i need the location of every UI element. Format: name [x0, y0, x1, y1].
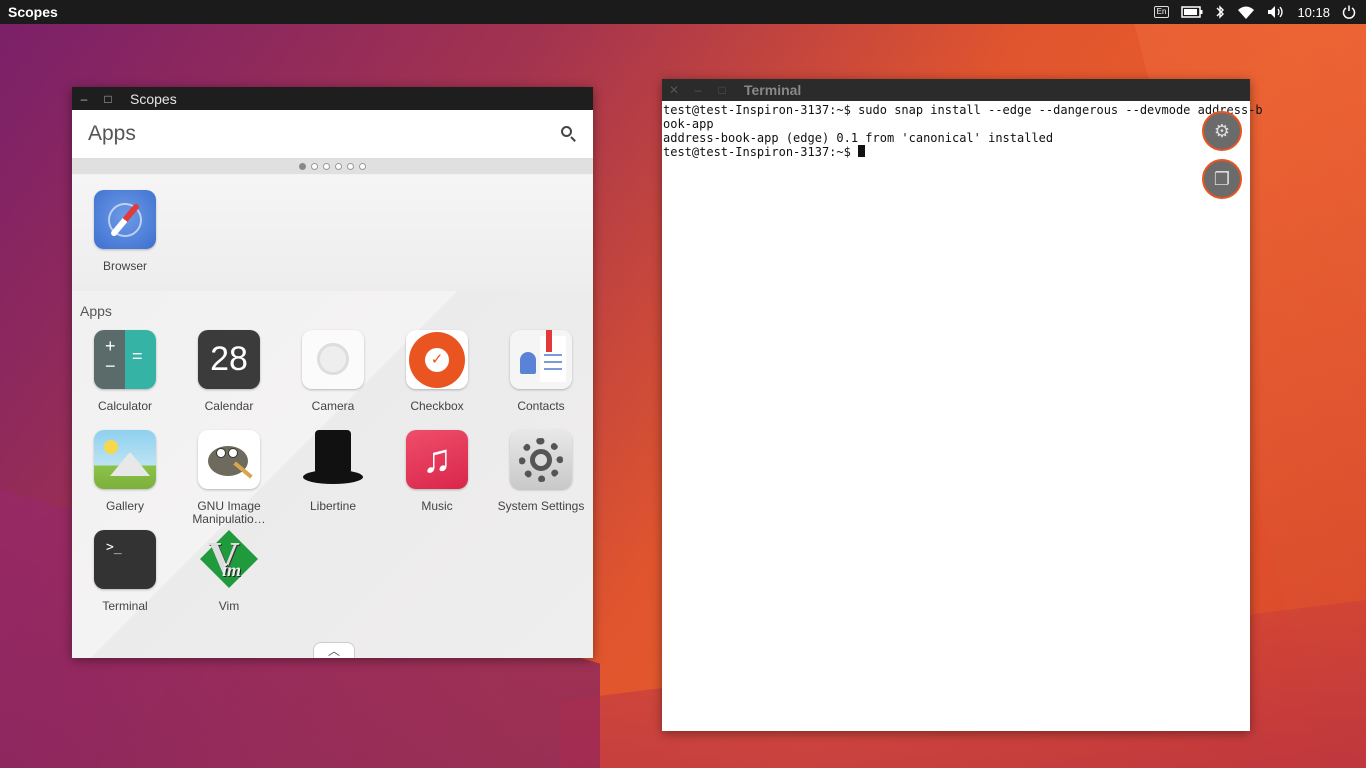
- app-label: Vim: [218, 599, 240, 613]
- app-tile-music[interactable]: ♫ Music: [385, 430, 489, 513]
- wifi-icon[interactable]: [1237, 3, 1255, 21]
- vim-icon: Vim: [198, 530, 260, 589]
- app-label: Contacts: [517, 399, 565, 413]
- app-tile-calendar[interactable]: 28 Calendar: [177, 330, 281, 413]
- maximize-button[interactable]: □: [710, 83, 734, 97]
- terminal-prompt: test@test-Inspiron-3137:~$: [663, 145, 859, 159]
- keyboard-indicator[interactable]: En: [1153, 3, 1170, 21]
- favorites-area: Browser: [72, 175, 593, 291]
- terminal-prompt-line: test@test-Inspiron-3137:~$: [663, 145, 1249, 159]
- app-label: Music: [421, 499, 453, 513]
- scope-header: Apps: [72, 110, 593, 159]
- app-tile-camera[interactable]: Camera: [281, 330, 385, 413]
- app-label: Calendar: [204, 399, 254, 413]
- settings-icon: [510, 430, 572, 489]
- maximize-button[interactable]: □: [96, 92, 120, 106]
- window-titlebar[interactable]: ✕ – □ Terminal: [662, 79, 1250, 101]
- panel-app-title: Scopes: [8, 4, 58, 20]
- app-tile-browser[interactable]: Browser: [73, 190, 177, 273]
- copy-icon: ❐: [1213, 168, 1231, 189]
- window-title: Scopes: [130, 90, 177, 107]
- app-label: System Settings: [497, 499, 585, 513]
- app-label: Gallery: [105, 499, 144, 513]
- contacts-icon: [510, 330, 572, 389]
- app-label: Calculator: [97, 399, 153, 413]
- minimize-button[interactable]: –: [72, 92, 96, 106]
- music-icon: ♫: [406, 430, 468, 489]
- page-dot[interactable]: [359, 163, 366, 170]
- chevron-up-icon: ︿: [327, 644, 340, 658]
- page-dot[interactable]: [323, 163, 330, 170]
- app-tile-libertine[interactable]: Libertine: [281, 430, 385, 513]
- window-titlebar[interactable]: – □ Scopes: [72, 87, 593, 110]
- app-label: Camera: [311, 399, 355, 413]
- calculator-icon: + − =: [94, 330, 156, 389]
- calendar-icon: 28: [198, 330, 260, 389]
- window-title: Terminal: [744, 82, 802, 98]
- scope-content: Browser Apps + − = Calculator 28 Calendar …: [72, 175, 593, 658]
- terminal-line: test@test-Inspiron-3137:~$ sudo snap ins…: [663, 103, 1263, 117]
- app-tile-system-settings[interactable]: System Settings: [489, 430, 593, 513]
- page-dot[interactable]: [311, 163, 318, 170]
- app-tile-calculator[interactable]: + − = Calculator: [73, 330, 177, 413]
- camera-icon: [302, 330, 364, 389]
- app-tile-contacts[interactable]: Contacts: [489, 330, 593, 413]
- indicator-area: En 10:18: [1153, 3, 1356, 21]
- gimp-icon: [198, 430, 260, 489]
- minimize-button[interactable]: –: [686, 83, 710, 97]
- app-tile-gallery[interactable]: Gallery: [73, 430, 177, 513]
- app-label: Checkbox: [410, 399, 464, 413]
- volume-icon[interactable]: [1267, 3, 1285, 21]
- page-dot[interactable]: [299, 163, 306, 170]
- gear-icon: ⚙: [1213, 120, 1231, 141]
- page-indicator: [72, 159, 593, 174]
- browser-icon: [94, 190, 156, 249]
- close-button[interactable]: ✕: [662, 83, 686, 97]
- libertine-icon: [302, 430, 364, 489]
- terminal-line: address-book-app (edge) 0.1 from 'canoni…: [663, 131, 1054, 145]
- search-icon[interactable]: [561, 126, 577, 142]
- gallery-icon: [94, 430, 156, 489]
- battery-icon[interactable]: [1181, 3, 1203, 21]
- keyboard-layout-label: En: [1153, 6, 1170, 18]
- app-label: Browser: [102, 259, 147, 273]
- bottom-edge-handle[interactable]: ︿: [313, 642, 355, 658]
- terminal-icon: >_: [94, 530, 156, 589]
- page-dot[interactable]: [347, 163, 354, 170]
- app-label: Terminal: [102, 599, 148, 613]
- terminal-line: ook-app: [663, 117, 714, 131]
- app-tile-terminal[interactable]: >_ Terminal: [73, 530, 177, 613]
- checkbox-icon: ✓: [406, 330, 468, 389]
- power-icon[interactable]: [1342, 3, 1356, 21]
- scopes-window: – □ Scopes Apps Browser Apps + − = Calcula…: [72, 87, 593, 658]
- app-tile-vim[interactable]: Vim Vim: [177, 530, 281, 613]
- terminal-tabs-button[interactable]: ❐: [1202, 159, 1242, 199]
- page-dot[interactable]: [335, 163, 342, 170]
- scope-title: Apps: [88, 122, 136, 145]
- terminal-output[interactable]: test@test-Inspiron-3137:~$ sudo snap ins…: [662, 101, 1263, 161]
- app-label: GNU Image Manipulatio…: [192, 499, 266, 526]
- app-tile-gimp[interactable]: GNU Image Manipulatio…: [177, 430, 281, 526]
- text-cursor: [858, 145, 866, 157]
- terminal-settings-button[interactable]: ⚙: [1202, 111, 1242, 151]
- bluetooth-icon[interactable]: [1215, 3, 1225, 21]
- clock[interactable]: 10:18: [1297, 3, 1330, 21]
- app-label: Libertine: [309, 499, 357, 513]
- app-tile-checkbox[interactable]: ✓ Checkbox: [385, 330, 489, 413]
- section-label: Apps: [80, 303, 112, 319]
- top-panel: Scopes En 10:18: [0, 0, 1366, 24]
- terminal-window: ✕ – □ Terminal test@test-Inspiron-3137:~…: [662, 79, 1263, 731]
